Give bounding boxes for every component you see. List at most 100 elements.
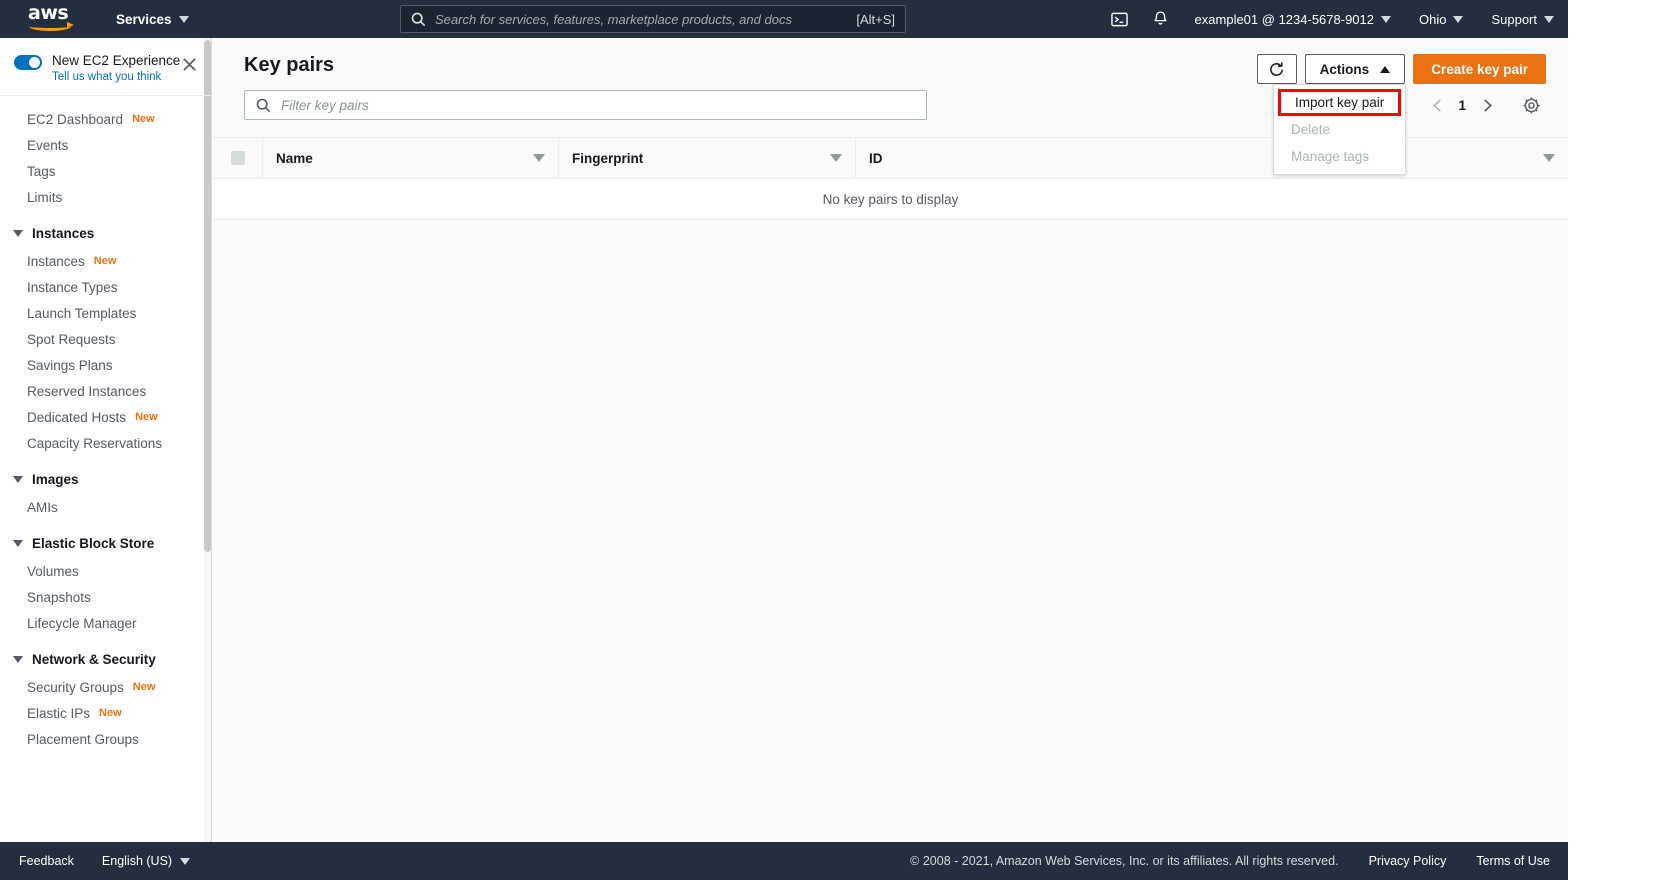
sidebar-item-elastic-ips[interactable]: Elastic IPs New: [0, 700, 211, 726]
sidebar-group-label: Images: [32, 472, 79, 487]
sidebar-item-label: Tags: [27, 163, 56, 179]
column-header-name[interactable]: Name: [262, 137, 558, 179]
aws-logo-smile: [29, 22, 74, 31]
refresh-button[interactable]: [1256, 54, 1297, 84]
next-page-button[interactable]: [1472, 90, 1502, 120]
support-menu[interactable]: Support: [1477, 0, 1568, 38]
filter-key-pairs-input[interactable]: Filter key pairs: [244, 90, 927, 120]
sidebar-group-images[interactable]: Images: [0, 456, 211, 494]
sidebar-group-elastic-block-store[interactable]: Elastic Block Store: [0, 520, 211, 558]
sidebar-item-label: Snapshots: [27, 589, 91, 605]
new-experience-text: New EC2 Experience Tell us what you thin…: [52, 52, 180, 83]
copyright-text: © 2008 - 2021, Amazon Web Services, Inc.…: [910, 854, 1339, 868]
sidebar-group-instances[interactable]: Instances: [0, 210, 211, 248]
aws-logo[interactable]: aws: [28, 2, 74, 33]
sidebar-item-events[interactable]: Events: [0, 132, 211, 158]
cloudshell-button[interactable]: [1099, 11, 1140, 28]
new-experience-banner: New EC2 Experience Tell us what you thin…: [0, 38, 211, 96]
sidebar-item-label: Savings Plans: [27, 357, 113, 373]
sidebar-item-volumes[interactable]: Volumes: [0, 558, 211, 584]
footer-right-group: © 2008 - 2021, Amazon Web Services, Inc.…: [910, 854, 1550, 868]
new-experience-toggle[interactable]: [14, 55, 42, 70]
sidebar-item-savings-plans[interactable]: Savings Plans: [0, 352, 211, 378]
feedback-link[interactable]: Feedback: [19, 854, 74, 868]
close-banner-button[interactable]: [182, 57, 197, 72]
create-key-pair-button[interactable]: Create key pair: [1413, 54, 1546, 84]
chevron-left-icon: [1433, 98, 1441, 112]
chevron-down-icon: [180, 857, 191, 865]
sidebar-item-ec2-dashboard[interactable]: EC2 Dashboard New: [0, 106, 211, 132]
previous-page-button[interactable]: [1422, 90, 1452, 120]
account-label: example01 @ 1234-5678-9012: [1194, 11, 1374, 27]
sidebar-item-label: Limits: [27, 189, 63, 205]
chevron-right-icon: [1483, 98, 1492, 112]
dropdown-item-import-key-pair[interactable]: Import key pair: [1278, 89, 1401, 116]
sidebar-item-launch-templates[interactable]: Launch Templates: [0, 300, 211, 326]
sidebar-item-label: Capacity Reservations: [27, 435, 163, 451]
sidebar-item-snapshots[interactable]: Snapshots: [0, 584, 211, 610]
select-all-checkbox[interactable]: [230, 151, 245, 165]
filter-placeholder: Filter key pairs: [281, 97, 369, 113]
column-header-fingerprint[interactable]: Fingerprint: [558, 137, 855, 179]
sort-icon[interactable]: [830, 154, 842, 162]
language-label: English (US): [101, 854, 173, 868]
region-menu[interactable]: Ohio: [1405, 0, 1477, 38]
select-all-cell: [213, 138, 262, 179]
create-key-pair-label: Create key pair: [1431, 61, 1528, 77]
current-page-number[interactable]: 1: [1452, 98, 1472, 113]
services-menu[interactable]: Services: [116, 12, 189, 27]
sidebar-item-label: Instance Types: [27, 279, 118, 295]
sort-icon[interactable]: [1543, 154, 1555, 162]
table-preferences-button[interactable]: [1516, 90, 1546, 120]
top-navigation-bar: aws Services Search for services, featur…: [0, 0, 1568, 38]
chevron-down-icon: [13, 656, 23, 663]
sidebar-item-limits[interactable]: Limits: [0, 184, 211, 210]
chevron-up-icon: [1380, 65, 1391, 73]
terms-of-use-link[interactable]: Terms of Use: [1476, 854, 1550, 868]
column-header-id[interactable]: ID: [855, 137, 1568, 179]
sidebar-nav: EC2 Dashboard New Events Tags Limits Instanc…: [0, 96, 211, 752]
language-selector[interactable]: English (US): [101, 854, 191, 868]
chevron-down-icon: [178, 15, 189, 23]
sidebar-item-amis[interactable]: AMIs: [0, 494, 211, 520]
sidebar-group-network-security[interactable]: Network & Security: [0, 636, 211, 674]
notifications-button[interactable]: [1140, 10, 1181, 28]
top-nav-right-group: example01 @ 1234-5678-9012 Ohio Support: [1099, 0, 1568, 38]
sidebar-item-instances[interactable]: Instances New: [0, 248, 211, 274]
privacy-policy-link[interactable]: Privacy Policy: [1369, 854, 1447, 868]
sidebar-scrollbar-track[interactable]: [204, 38, 211, 842]
global-search-input[interactable]: Search for services, features, marketpla…: [400, 5, 906, 33]
sidebar-item-label: Dedicated Hosts: [27, 409, 127, 425]
sidebar-item-dedicated-hosts[interactable]: Dedicated Hosts New: [0, 404, 211, 430]
sidebar-item-capacity-reservations[interactable]: Capacity Reservations: [0, 430, 211, 456]
page-header: Key pairs Actions Create key pair Import…: [213, 38, 1568, 175]
sidebar-top-items: EC2 Dashboard New Events Tags Limits: [0, 106, 211, 210]
column-label: ID: [869, 150, 883, 166]
sidebar-scrollbar-thumb[interactable]: [204, 40, 211, 552]
sidebar-item-label: Elastic IPs: [27, 705, 91, 721]
sidebar-item-tags[interactable]: Tags: [0, 158, 211, 184]
actions-button[interactable]: Actions: [1304, 54, 1406, 84]
sidebar-item-spot-requests[interactable]: Spot Requests: [0, 326, 211, 352]
aws-logo-text: aws: [28, 2, 69, 24]
search-icon: [411, 12, 426, 26]
sidebar-item-label: Volumes: [27, 563, 79, 579]
sidebar-group-label: Network & Security: [32, 652, 156, 667]
footer-bar: Feedback English (US) © 2008 - 2021, Ama…: [0, 842, 1568, 880]
sidebar-item-security-groups[interactable]: Security Groups New: [0, 674, 211, 700]
column-label: Fingerprint: [572, 150, 644, 166]
account-menu[interactable]: example01 @ 1234-5678-9012: [1181, 0, 1405, 38]
page-title: Key pairs: [244, 54, 335, 76]
sidebar-item-instance-types[interactable]: Instance Types: [0, 274, 211, 300]
chevron-down-icon: [13, 476, 23, 483]
sort-icon[interactable]: [533, 154, 545, 162]
sidebar-groups: Instances Instances New Instance Types Launc…: [0, 210, 211, 752]
search-icon: [256, 98, 271, 112]
sidebar-item-label: Events: [27, 137, 69, 153]
sidebar-item-reserved-instances[interactable]: Reserved Instances: [0, 378, 211, 404]
sidebar-item-placement-groups[interactable]: Placement Groups: [0, 726, 211, 752]
sidebar-item-lifecycle-manager[interactable]: Lifecycle Manager: [0, 610, 211, 636]
chevron-down-icon: [1544, 15, 1554, 23]
new-experience-feedback-link[interactable]: Tell us what you think: [52, 71, 180, 83]
sidebar-item-label: Lifecycle Manager: [27, 615, 137, 631]
